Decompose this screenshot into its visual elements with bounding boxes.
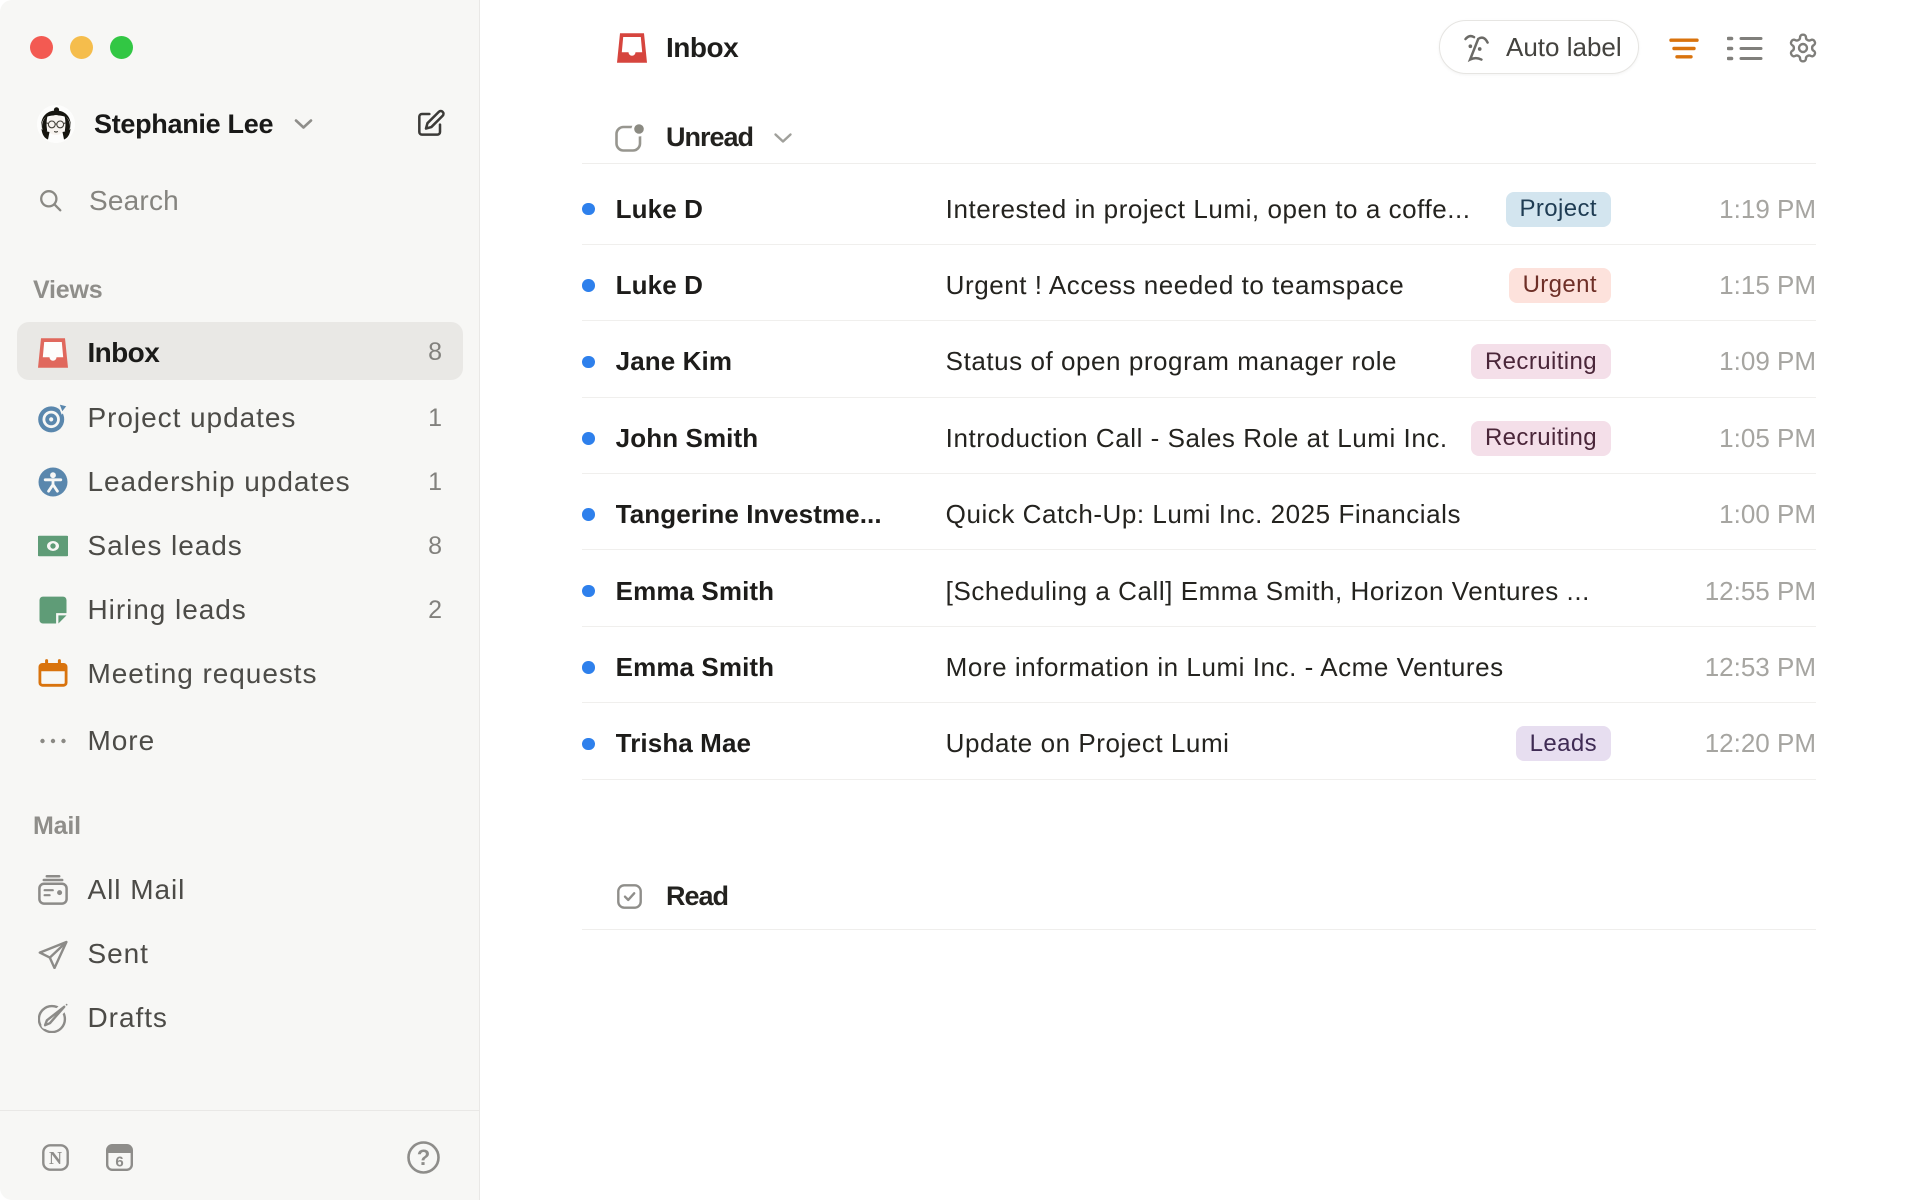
svg-text:6: 6: [115, 1154, 123, 1171]
svg-text:N: N: [49, 1148, 62, 1168]
svg-text:?: ?: [417, 1145, 430, 1170]
